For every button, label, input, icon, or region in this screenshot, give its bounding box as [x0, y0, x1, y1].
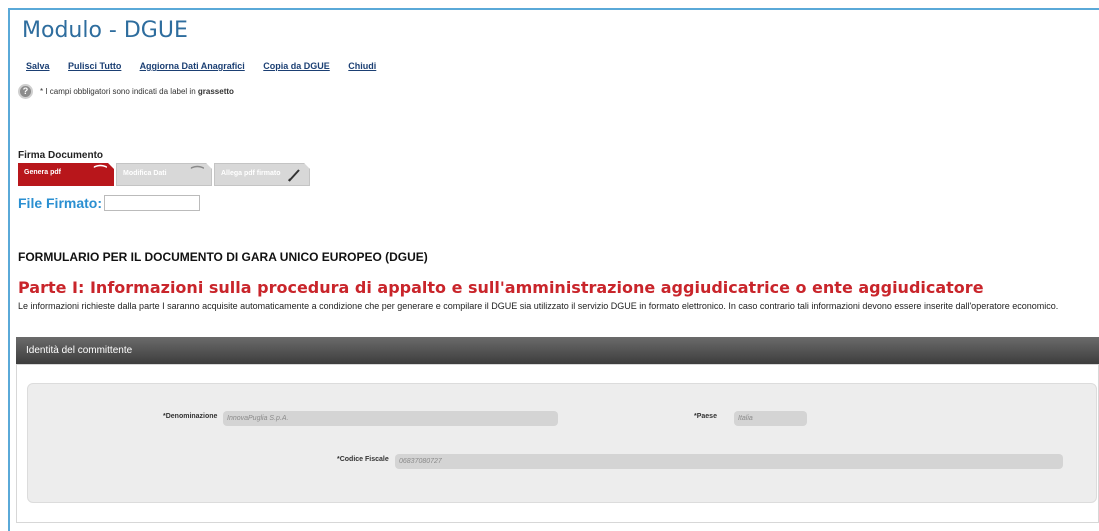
question-icon[interactable]: ?: [18, 84, 33, 99]
note-bold: grassetto: [197, 87, 234, 96]
edit-data-button[interactable]: Modifica Dati ⁀: [116, 163, 212, 186]
file-firmato-input[interactable]: [104, 195, 201, 211]
file-firmato-row: File Firmato:: [18, 195, 201, 211]
denominazione-label: *Denominazione: [163, 413, 218, 420]
section-header-committente[interactable]: Identità del committente: [16, 337, 1099, 364]
generate-pdf-label: Genera pdf: [24, 169, 61, 176]
firma-documento-label: Firma Documento: [18, 150, 104, 161]
part-one-description: Le informazioni richieste dalla parte I …: [18, 301, 1059, 311]
committente-panel: *Denominazione InnovaPuglia S.p.A. *Paes…: [27, 383, 1097, 503]
form-main-heading: FORMULARIO PER IL DOCUMENTO DI GARA UNIC…: [18, 250, 428, 264]
codice-fiscale-label: *Codice Fiscale: [337, 456, 389, 463]
save-link[interactable]: Salva: [26, 61, 50, 71]
pen-icon: [287, 167, 301, 183]
pdf-icon: ⁀: [94, 165, 106, 181]
clear-all-link[interactable]: Pulisci Tutto: [68, 61, 121, 71]
note-prefix: * I campi obbligatori sono indicati da l…: [40, 87, 196, 96]
update-registry-link[interactable]: Aggiorna Dati Anagrafici: [140, 61, 245, 71]
required-fields-note: ? * I campi obbligatori sono indicati da…: [18, 84, 234, 99]
part-one-heading: Parte I: Informazioni sulla procedura di…: [18, 278, 984, 297]
pdf-icon: ⁀: [191, 166, 203, 182]
page-title: Modulo - DGUE: [22, 18, 188, 43]
copy-from-dgue-link[interactable]: Copia da DGUE: [263, 61, 330, 71]
attach-signed-pdf-label: Allega pdf firmato: [221, 170, 281, 177]
generate-pdf-button[interactable]: Genera pdf ⁀: [18, 163, 114, 186]
paese-label: *Paese: [694, 413, 717, 420]
firma-buttons: Genera pdf ⁀ Modifica Dati ⁀ Allega pdf …: [18, 163, 310, 186]
denominazione-field[interactable]: InnovaPuglia S.p.A.: [223, 411, 558, 426]
attach-signed-pdf-button[interactable]: Allega pdf firmato: [214, 163, 310, 186]
codice-fiscale-field[interactable]: 06837080727: [395, 454, 1063, 469]
close-link[interactable]: Chiudi: [348, 61, 376, 71]
paese-field[interactable]: Italia: [734, 411, 807, 426]
file-firmato-label: File Firmato:: [18, 195, 103, 211]
toolbar: Salva Pulisci Tutto Aggiorna Dati Anagra…: [26, 61, 392, 71]
edit-data-label: Modifica Dati: [123, 170, 167, 177]
